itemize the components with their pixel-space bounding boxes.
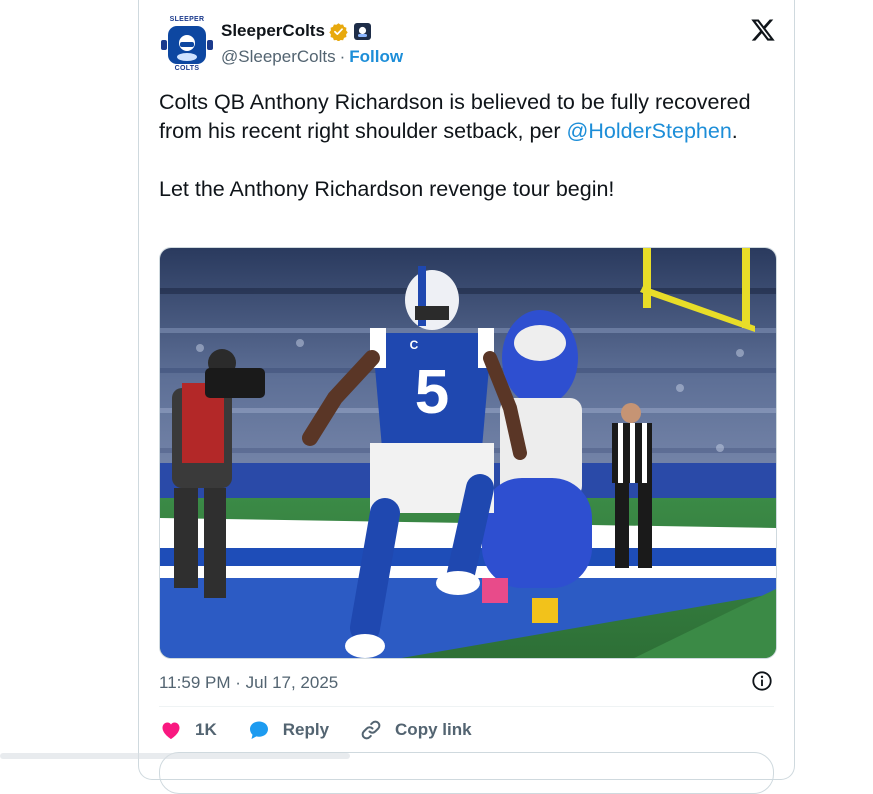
reply-button[interactable]: Reply xyxy=(247,718,329,742)
avatar[interactable]: SLEEPER COLTS xyxy=(159,14,215,74)
tweet-paragraph-1: Colts QB Anthony Richardson is believed … xyxy=(159,88,759,146)
divider xyxy=(159,706,774,707)
handle-separator: · xyxy=(339,47,346,66)
copy-link-button[interactable]: Copy link xyxy=(359,718,472,742)
display-name[interactable]: SleeperColts xyxy=(221,21,325,41)
reply-bubble-icon xyxy=(249,721,268,739)
link-icon xyxy=(361,720,381,740)
avatar-bottom-text: COLTS xyxy=(174,65,200,72)
follow-button[interactable]: Follow xyxy=(349,47,403,67)
captain-patch: C xyxy=(410,338,419,352)
tweet-photo[interactable]: 5 C xyxy=(159,247,777,659)
avatar-top-text: SLEEPER xyxy=(169,16,205,23)
avatar-badge xyxy=(168,26,206,64)
handle[interactable]: @SleeperColts xyxy=(221,47,336,67)
scrollbar[interactable] xyxy=(0,753,350,759)
like-button[interactable]: 1K xyxy=(159,718,217,742)
avatar-deco-right xyxy=(207,40,213,50)
heart-icon xyxy=(162,722,180,739)
name-row: SleeperColts xyxy=(221,21,371,41)
photo-illustration: 5 C xyxy=(160,248,776,658)
avatar-deco-left xyxy=(161,40,167,50)
reply-label: Reply xyxy=(282,720,330,739)
x-logo-icon[interactable] xyxy=(750,17,776,43)
tweet-paragraph-2: Let the Anthony Richardson revenge tour … xyxy=(159,177,615,201)
info-icon[interactable] xyxy=(751,670,773,692)
timestamp[interactable]: 11:59 PM · Jul 17, 2025 xyxy=(159,673,338,693)
handle-row: @SleeperColts · Follow xyxy=(221,47,403,67)
mention-suffix: . xyxy=(731,119,738,143)
mention-link[interactable]: @HolderStephen xyxy=(567,119,732,143)
jersey-number: 5 xyxy=(415,358,449,427)
copy-link-label: Copy link xyxy=(395,720,472,739)
affiliate-badge-icon[interactable] xyxy=(353,22,371,40)
tweet-text: Colts QB Anthony Richardson is believed … xyxy=(159,88,759,204)
verified-badge-icon xyxy=(329,22,348,41)
like-count: 1K xyxy=(195,720,217,739)
action-bar: 1K Reply Copy link xyxy=(159,718,502,742)
tweet-card[interactable]: SLEEPER COLTS SleeperColts @SleeperColts… xyxy=(138,0,795,794)
